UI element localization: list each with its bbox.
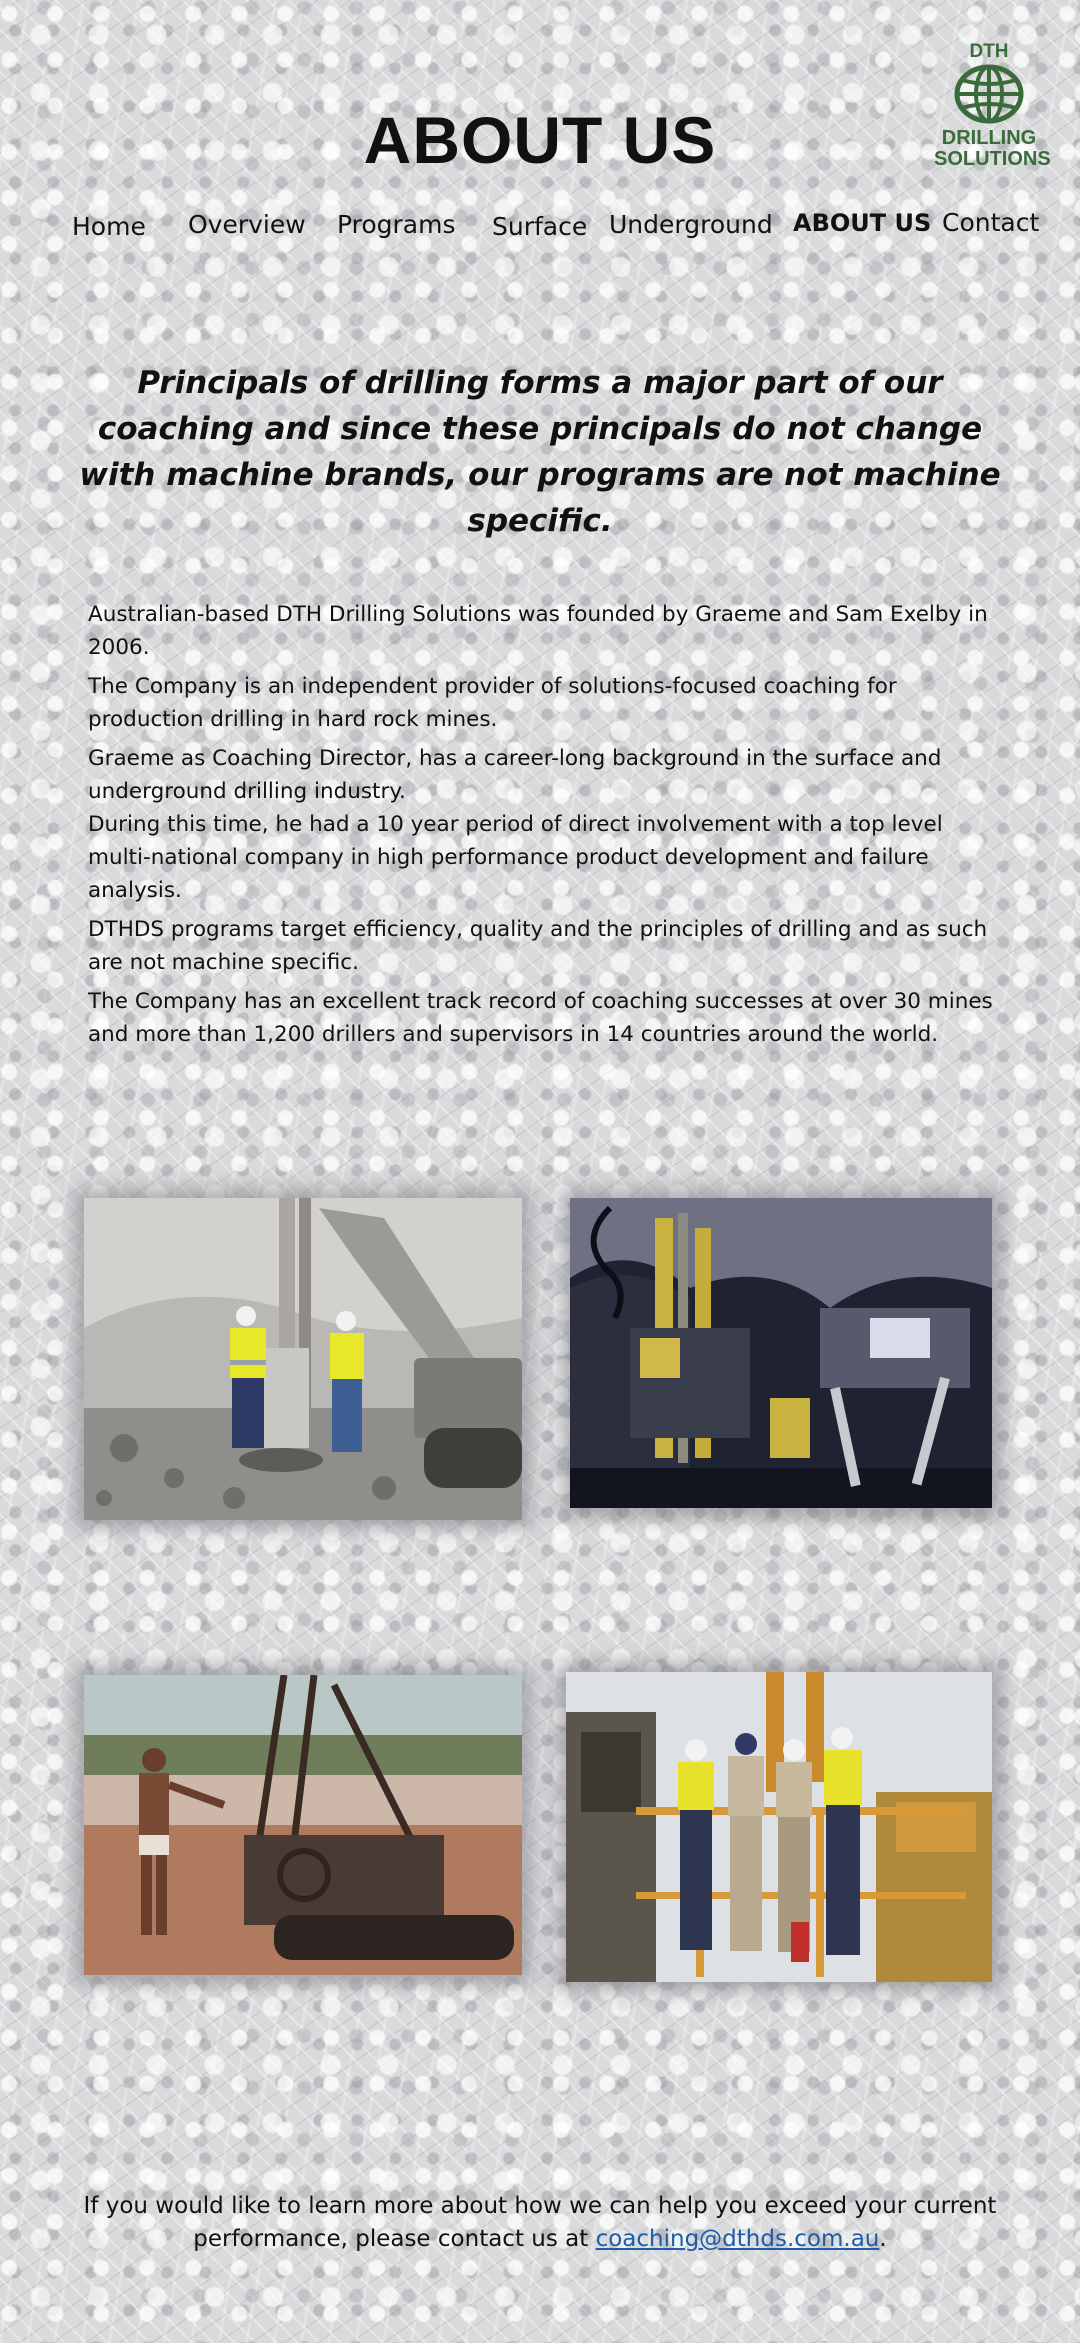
main-nav: Home Overview Programs Surface Undergrou… <box>0 206 1080 252</box>
about-paragraph-company: The Company is an independent provider o… <box>88 674 897 732</box>
nav-programs[interactable]: Programs <box>337 210 456 239</box>
about-paragraph-track-record: The Company has an excellent track recor… <box>88 989 993 1047</box>
photo-surface-rig-crew <box>84 1198 522 1520</box>
nav-underground[interactable]: Underground <box>609 210 773 239</box>
logo-text-top: DTH <box>969 41 1009 62</box>
about-paragraph-programs: DTHDS programs target efficiency, qualit… <box>88 917 988 975</box>
contact-email-link[interactable]: coaching@dthds.com.au <box>596 2226 880 2252</box>
nav-overview[interactable]: Overview <box>188 210 306 239</box>
nav-contact[interactable]: Contact <box>942 208 1039 237</box>
about-text: Australian-based DTH Drilling Solutions … <box>88 598 998 1057</box>
nav-home[interactable]: Home <box>72 212 146 241</box>
about-paragraph-founding: Australian-based DTH Drilling Solutions … <box>88 602 988 660</box>
tagline: Principals of drilling forms a major par… <box>79 365 1001 539</box>
nav-surface[interactable]: Surface <box>492 212 587 241</box>
about-paragraph-director: Graeme as Coaching Director, has a caree… <box>88 746 942 804</box>
footer-text-end: . <box>879 2226 887 2252</box>
contact-footer: If you would like to learn more about ho… <box>80 2190 1000 2256</box>
nav-about-us[interactable]: ABOUT US <box>793 209 931 237</box>
photo-underground-rig <box>570 1198 992 1508</box>
about-paragraph-experience: During this time, he had a 10 year perio… <box>88 812 943 903</box>
page-title: ABOUT US <box>363 103 717 177</box>
photo-historic-rig <box>84 1675 522 1975</box>
photo-rig-crew <box>566 1672 992 1982</box>
